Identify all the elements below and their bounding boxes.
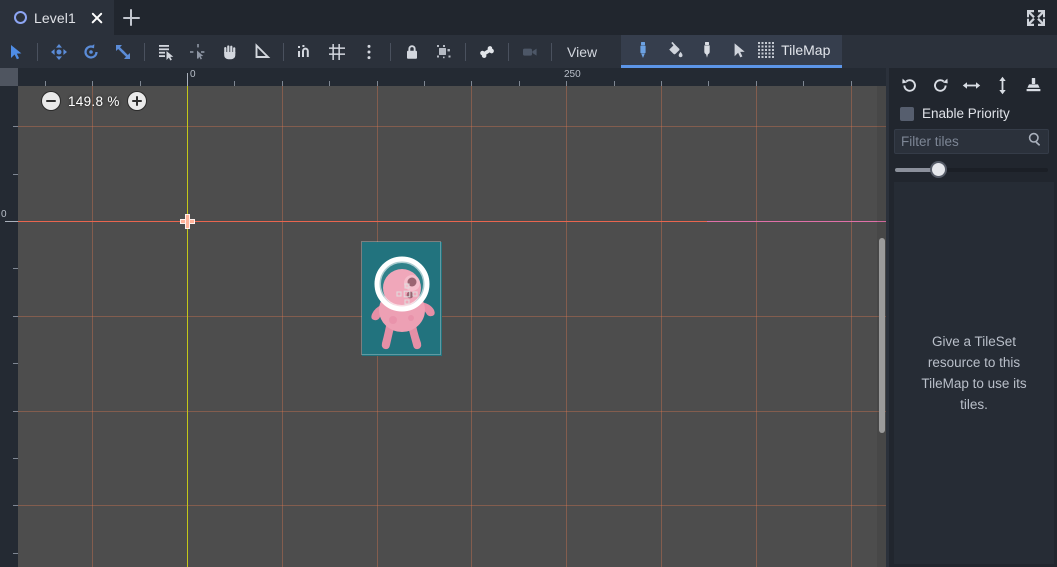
lock-node-button[interactable] xyxy=(396,38,428,66)
canvas-viewport[interactable]: 149.8 % xyxy=(18,86,886,567)
scene-tab-label: Level1 xyxy=(34,9,76,26)
list-select-button[interactable] xyxy=(150,38,182,66)
grid-line-vertical xyxy=(851,86,852,567)
empty-tileset-message: Give a TileSet resource to this TileMap … xyxy=(921,334,1027,412)
toolbar-divider xyxy=(283,42,284,61)
ruler-tick xyxy=(5,221,18,222)
grid-line-vertical xyxy=(756,86,757,567)
enable-priority-row[interactable]: Enable Priority xyxy=(886,102,1057,127)
filter-tiles-input[interactable]: Filter tiles xyxy=(901,134,1028,149)
enable-priority-checkbox[interactable] xyxy=(900,106,914,121)
grid-line-vertical xyxy=(566,86,567,567)
paint-tool-button[interactable] xyxy=(627,36,659,64)
tile-size-slider[interactable] xyxy=(895,163,1048,177)
tilemap-editor-panel: Enable Priority Filter tiles Give a Tile… xyxy=(886,68,1057,567)
add-scene-tab-button[interactable] xyxy=(114,0,148,35)
ruler-label: 0 xyxy=(1,209,7,220)
select-mode-button[interactable] xyxy=(0,38,32,66)
rotate-right-icon[interactable] xyxy=(929,73,953,97)
ruler-tick xyxy=(187,73,188,86)
scale-mode-button[interactable] xyxy=(107,38,139,66)
toolbar-divider xyxy=(551,42,552,61)
enable-priority-label: Enable Priority xyxy=(922,106,1010,121)
flip-horizontal-icon[interactable] xyxy=(960,73,984,97)
grid-line-vertical xyxy=(92,86,93,567)
tile-transform-toolbar xyxy=(886,68,1057,102)
y-axis-line xyxy=(187,86,188,567)
pan-mode-button[interactable] xyxy=(214,38,246,66)
rotate-left-icon[interactable] xyxy=(898,73,922,97)
viewport-scrollbar-thumb[interactable] xyxy=(878,238,885,433)
move-gizmo-icon[interactable] xyxy=(396,283,418,305)
bucket-fill-tool-button[interactable] xyxy=(659,36,691,64)
minus-circle-icon[interactable] xyxy=(42,92,60,110)
expand-icon[interactable] xyxy=(1023,6,1049,30)
ruler-mode-button[interactable] xyxy=(246,38,278,66)
toolbar-divider xyxy=(144,42,145,61)
flip-vertical-icon[interactable] xyxy=(991,73,1015,97)
toolbar-divider xyxy=(465,42,466,61)
grid-line-vertical xyxy=(661,86,662,567)
player-sprite[interactable] xyxy=(361,241,442,356)
bone-icon[interactable] xyxy=(471,38,503,66)
filter-tiles-field[interactable]: Filter tiles xyxy=(894,129,1049,154)
tilemap-grid-icon xyxy=(755,36,777,64)
tilemap-toolbar-label: TileMap xyxy=(781,42,831,58)
move-mode-button[interactable] xyxy=(43,38,75,66)
x-axis-line-right xyxy=(707,221,886,222)
eraser-tool-button[interactable] xyxy=(691,36,723,64)
view-menu-button[interactable]: View xyxy=(557,38,607,66)
scene-tab-level1[interactable]: Level1 xyxy=(0,0,114,35)
zoom-control: 149.8 % xyxy=(42,92,146,110)
tilemap-toolbar-group: TileMap xyxy=(621,35,843,68)
zoom-level-label: 149.8 % xyxy=(68,93,120,109)
camera-override-button[interactable] xyxy=(514,38,546,66)
grid-line-vertical xyxy=(471,86,472,567)
canvas-item-toolbar: View TileMap xyxy=(0,35,1057,68)
node2d-circle-icon xyxy=(14,11,27,24)
vertical-dots-icon[interactable] xyxy=(353,38,385,66)
tileset-palette-area[interactable]: Give a TileSet resource to this TileMap … xyxy=(894,182,1054,564)
horizontal-ruler[interactable]: 0 250 xyxy=(18,68,886,86)
toolbar-divider xyxy=(37,42,38,61)
panel-divider xyxy=(886,68,889,567)
grid-line-vertical xyxy=(282,86,283,567)
group-node-button[interactable] xyxy=(428,38,460,66)
close-icon[interactable] xyxy=(89,10,105,26)
ruler-label: 250 xyxy=(564,69,581,80)
origin-marker xyxy=(180,214,195,229)
plus-circle-icon[interactable] xyxy=(127,92,146,110)
snap-mode-button[interactable] xyxy=(289,38,321,66)
x-axis-line xyxy=(18,221,707,222)
ruler-corner xyxy=(0,68,18,86)
toolbar-divider xyxy=(508,42,509,61)
toolbar-divider xyxy=(390,42,391,61)
set-pivot-button[interactable] xyxy=(182,38,214,66)
rotate-mode-button[interactable] xyxy=(75,38,107,66)
vertical-ruler[interactable]: 0 xyxy=(0,86,18,567)
editor-tab-bar: Level1 xyxy=(0,0,1057,35)
ruler-label: 0 xyxy=(190,69,196,80)
grid-snap-button[interactable] xyxy=(321,38,353,66)
search-icon[interactable] xyxy=(1028,132,1042,151)
picker-tool-button[interactable] xyxy=(723,36,755,64)
slider-knob[interactable] xyxy=(931,163,945,176)
viewport-vertical-scrollbar[interactable] xyxy=(877,86,886,567)
clear-transform-icon[interactable] xyxy=(1022,73,1046,97)
